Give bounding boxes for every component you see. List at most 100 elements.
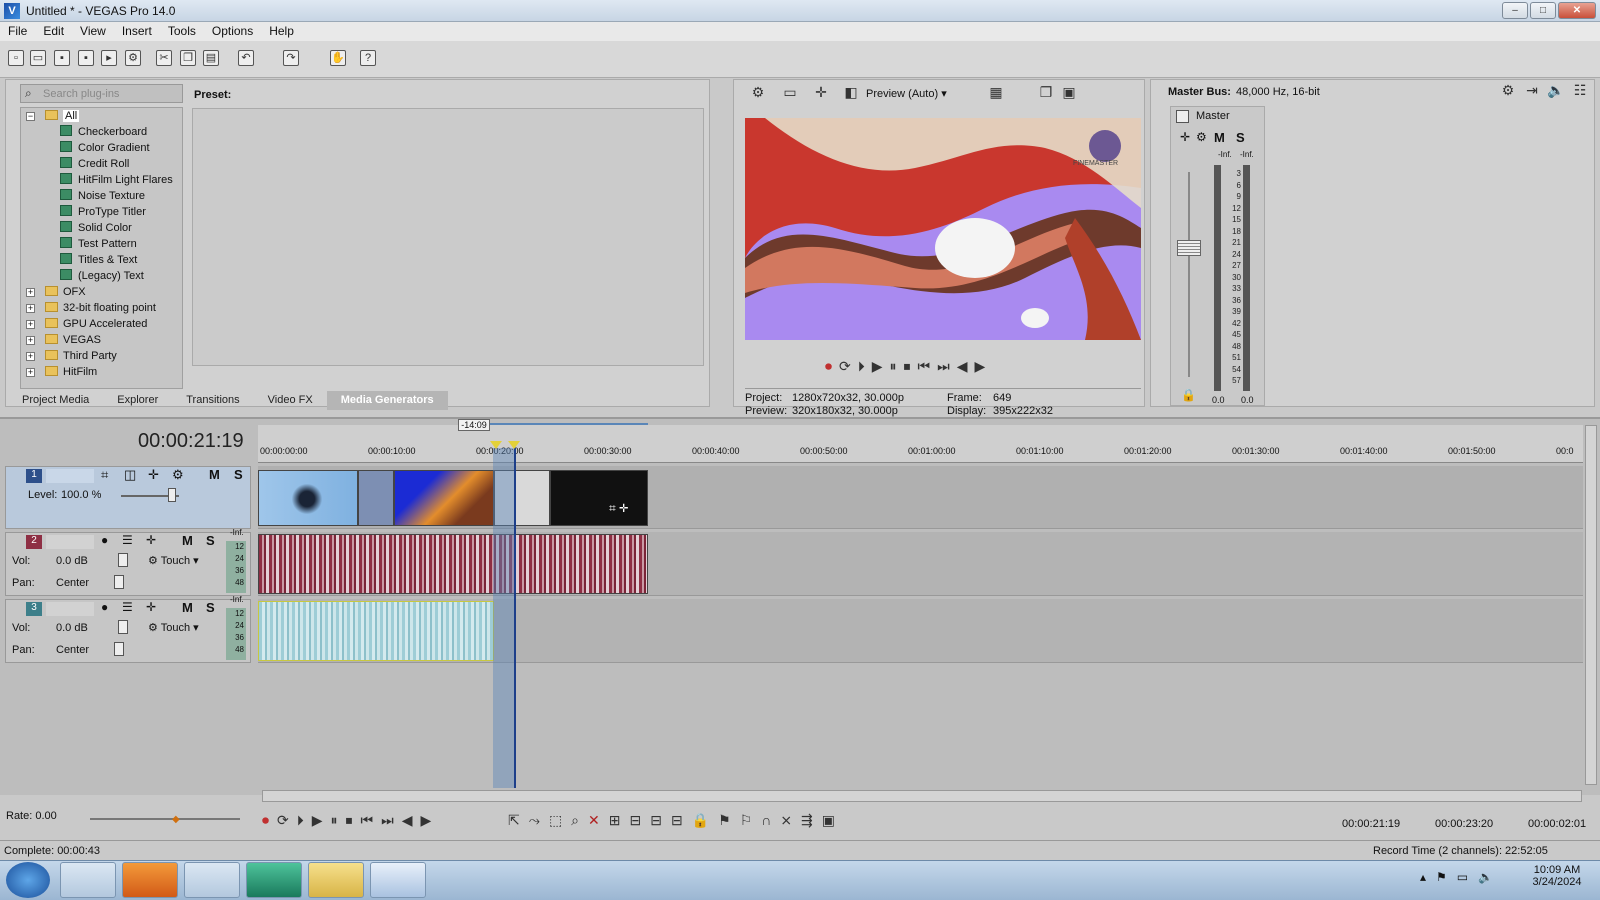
trim-start-icon[interactable]: ⊟ <box>629 812 641 829</box>
maximize-button[interactable]: □ <box>1530 2 1556 19</box>
master-fx-gear-icon[interactable]: ⚙ <box>1196 130 1207 144</box>
track-2-name-field[interactable] <box>46 535 94 549</box>
tree-folder-hitfilm[interactable]: + HitFilm <box>26 364 97 380</box>
what-this-icon[interactable]: ✋ <box>330 50 346 66</box>
plugin-search[interactable]: ⌕ Search plug-ins <box>20 84 183 103</box>
firefox-icon[interactable] <box>122 862 178 898</box>
menu-tools[interactable]: Tools <box>160 22 204 41</box>
tree-item-noise-texture[interactable]: Noise Texture <box>60 188 145 204</box>
next-frame-icon[interactable]: ▶ <box>975 358 986 375</box>
track-1-pan-crop-icon[interactable]: ✛ <box>148 467 159 483</box>
tray-volume-icon[interactable]: 🔈 <box>1478 870 1493 884</box>
ie-icon[interactable] <box>60 862 116 898</box>
track-3-solo-button[interactable]: S <box>206 600 215 615</box>
preview-quality-dropdown[interactable]: Preview (Auto) ▾ <box>866 87 976 100</box>
redo-icon[interactable]: ↷ <box>283 50 299 66</box>
external-monitor-icon[interactable]: ▭ <box>779 84 801 101</box>
track-3-vol-handle[interactable] <box>118 620 128 634</box>
track-1-solo-button[interactable]: S <box>234 467 243 482</box>
menu-insert[interactable]: Insert <box>114 22 160 41</box>
go-to-end-icon[interactable]: ⏭ <box>937 358 950 375</box>
tray-arrow-icon[interactable]: ▴ <box>1420 870 1426 884</box>
time-selection[interactable] <box>493 448 515 788</box>
lock-tools-icon[interactable]: ▣ <box>822 812 835 829</box>
taskbar-clock[interactable]: 10:09 AM 3/24/2024 <box>1522 864 1592 888</box>
tree-item-credit-roll[interactable]: Credit Roll <box>60 156 129 172</box>
explorer-folder-icon[interactable] <box>308 862 364 898</box>
track-2-pan-handle[interactable] <box>114 575 124 589</box>
track-1-name-field[interactable] <box>46 469 94 483</box>
loop-region-bar[interactable] <box>490 423 648 425</box>
track-3-automation-mode[interactable]: ⚙ Touch ▾ <box>148 621 199 634</box>
minimize-button[interactable]: – <box>1502 2 1528 19</box>
lock-envelopes-icon[interactable]: 🔒 <box>692 812 709 829</box>
open-icon[interactable]: ▭ <box>30 50 46 66</box>
tab-transitions[interactable]: Transitions <box>172 391 253 410</box>
tl-go-to-end-icon[interactable]: ⏭ <box>381 812 394 829</box>
preview-fx-icon[interactable]: ◧ <box>840 84 862 101</box>
split-icon[interactable]: ⊟ <box>671 812 683 829</box>
new-project-icon[interactable]: ▫ <box>8 50 24 66</box>
snapping-icon[interactable]: ∩ <box>761 812 771 829</box>
go-to-start-icon[interactable]: ⏮ <box>918 358 931 375</box>
app-globe-icon[interactable] <box>246 862 302 898</box>
tab-video-fx[interactable]: Video FX <box>254 391 327 410</box>
save-snapshot-icon[interactable]: ▣ <box>1058 84 1080 101</box>
paste-icon[interactable]: ▤ <box>203 50 219 66</box>
delete-icon[interactable]: ✕ <box>588 812 600 829</box>
insert-region-icon[interactable]: ⚐ <box>740 812 753 829</box>
tree-folder-ofx[interactable]: + OFX <box>26 284 86 300</box>
close-button[interactable]: ✕ <box>1558 2 1596 19</box>
selection-tool-icon[interactable]: ⬚ <box>549 812 562 829</box>
track-1-level-handle[interactable] <box>168 488 176 502</box>
menu-file[interactable]: File <box>0 22 35 41</box>
tree-item-legacy-text[interactable]: (Legacy) Text <box>60 268 144 284</box>
loop-icon[interactable]: ⟳ <box>839 358 851 375</box>
video-crossfade[interactable] <box>358 470 394 526</box>
prev-frame-icon[interactable]: ◀ <box>957 358 968 375</box>
track-3-header[interactable]: 3 ● ☰ ✛ M S -Inf. Vol: 0.0 dB ⚙ Touch ▾ … <box>5 595 251 663</box>
tl-go-to-start-icon[interactable]: ⏮ <box>361 812 374 829</box>
track-1-mute-button[interactable]: M <box>209 467 220 482</box>
zoom-tool-icon[interactable]: ⌕ <box>571 812 579 829</box>
envelope-tool-icon[interactable]: ⤳ <box>529 812 540 829</box>
tl-play-from-start-icon[interactable]: ⏵ <box>297 812 304 829</box>
mixer-icon[interactable]: ☷ <box>1569 82 1591 99</box>
record-icon[interactable]: ⏺ <box>825 358 832 375</box>
tree-folder-third-party[interactable]: + Third Party <box>26 348 117 364</box>
render-as-icon[interactable]: ▸ <box>101 50 117 66</box>
track-1-motion-icon[interactable]: ⌗ <box>101 467 108 483</box>
menu-options[interactable]: Options <box>204 22 261 41</box>
menu-edit[interactable]: Edit <box>35 22 72 41</box>
trim-end-icon[interactable]: ⊟ <box>650 812 662 829</box>
track-2-automation-mode[interactable]: ⚙ Touch ▾ <box>148 554 199 567</box>
tree-item-protype-titler[interactable]: ProType Titler <box>60 204 146 220</box>
save-icon[interactable]: ▪ <box>54 50 70 66</box>
time-ruler[interactable] <box>258 425 1583 463</box>
rate-slider[interactable] <box>90 818 240 820</box>
menu-help[interactable]: Help <box>261 22 302 41</box>
video-clip-2[interactable] <box>394 470 494 526</box>
tree-item-titles-text[interactable]: Titles & Text <box>60 252 137 268</box>
tl-prev-frame-icon[interactable]: ◀ <box>402 812 413 829</box>
tab-project-media[interactable]: Project Media <box>8 391 103 410</box>
tray-network-icon[interactable]: ▭ <box>1457 870 1468 884</box>
help-icon[interactable]: ? <box>360 50 376 66</box>
tl-stop-icon[interactable]: ⏹ <box>346 812 353 829</box>
audio-clip-track-3[interactable] <box>258 601 494 661</box>
tab-explorer[interactable]: Explorer <box>103 391 172 410</box>
master-fx-icon[interactable] <box>1176 110 1189 123</box>
tl-record-icon[interactable]: ⏺ <box>262 812 269 829</box>
speaker-icon[interactable]: 🔈 <box>1545 82 1567 99</box>
video-clip-1[interactable] <box>258 470 358 526</box>
track-2-vol-handle[interactable] <box>118 553 128 567</box>
trim-icon[interactable]: ⊞ <box>609 812 621 829</box>
play-from-start-icon[interactable]: ⏵ <box>858 358 865 375</box>
start-button[interactable] <box>6 862 50 898</box>
track-2-mute-button[interactable]: M <box>182 533 193 548</box>
track-3-fx-icon[interactable]: ✛ <box>146 600 156 614</box>
save-as-icon[interactable]: ▪ <box>78 50 94 66</box>
auto-crossfade-icon[interactable]: ⨯ <box>780 812 792 829</box>
normal-edit-tool-icon[interactable]: ⇱ <box>508 812 520 829</box>
track-2-header[interactable]: 2 ● ☰ ✛ M S -Inf. Vol: 0.0 dB ⚙ Touch ▾ … <box>5 528 251 596</box>
